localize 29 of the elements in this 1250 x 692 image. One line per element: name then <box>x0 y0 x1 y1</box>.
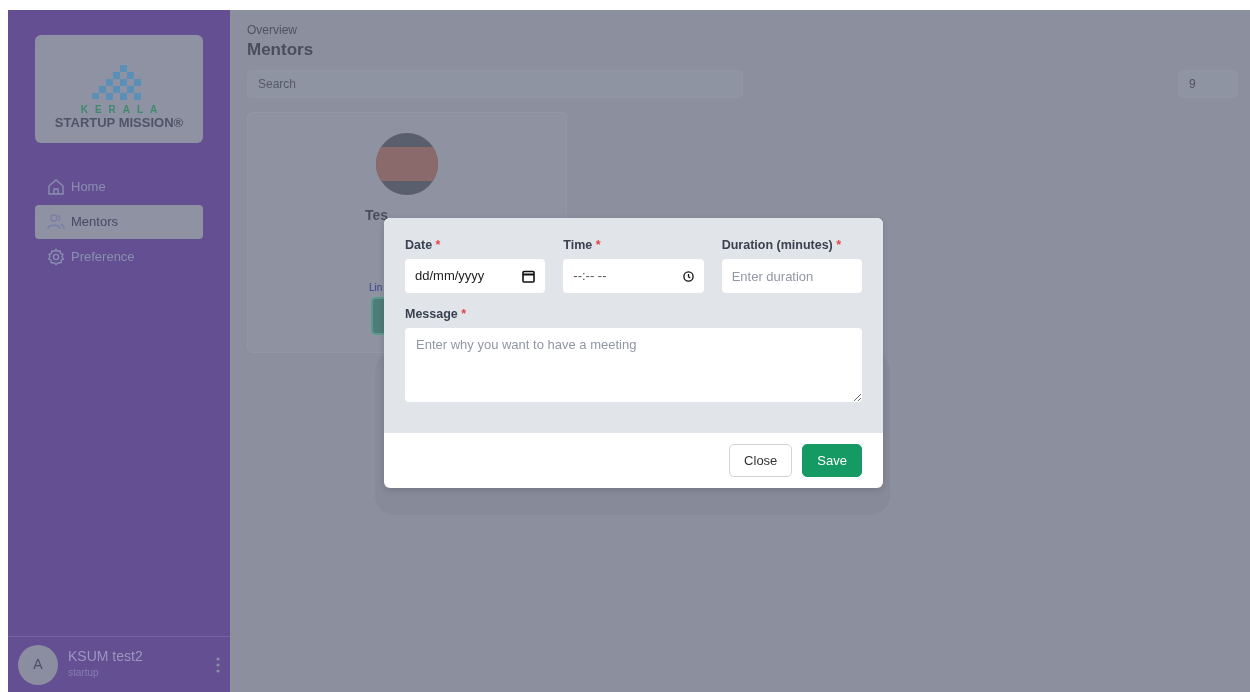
settings-icon <box>47 248 65 266</box>
home-icon <box>47 178 65 196</box>
duration-field[interactable]: Enter duration <box>721 259 862 293</box>
logo-text: STARTUP MISSION® <box>54 115 184 131</box>
mentor-name: Tes <box>364 207 390 225</box>
user-name: KSUM test2 <box>68 649 144 665</box>
user-avatar: A <box>18 644 58 685</box>
logo-text: KERALA <box>80 105 165 116</box>
card-button[interactable] <box>371 297 385 336</box>
page-title: Mentors <box>247 39 315 62</box>
nav-item[interactable]: Mentors <box>35 205 203 239</box>
nav-item[interactable]: Preference <box>35 240 203 274</box>
save-button[interactable]: Save <box>802 444 862 477</box>
field-label: Message * <box>405 307 468 322</box>
calendar-icon <box>522 269 536 283</box>
field-label: Duration (minutes) * <box>721 238 843 253</box>
time-field[interactable]: --:-- -- <box>563 259 704 293</box>
field-label: Date * <box>405 238 442 253</box>
breadcrumb: Overview <box>247 24 298 38</box>
page-size-field[interactable]: 9 <box>1178 70 1238 99</box>
date-field[interactable]: dd/mm/yyyy <box>405 259 546 293</box>
profile-link[interactable]: Lin <box>369 282 383 295</box>
search-field[interactable]: Search <box>247 70 743 99</box>
close-button[interactable]: Close <box>729 444 793 477</box>
nav-item[interactable]: Home <box>35 170 203 204</box>
kebab-menu-icon[interactable] <box>216 656 220 673</box>
message-field[interactable]: Enter why you want to have a meeting <box>405 328 862 402</box>
clock-icon <box>682 270 694 282</box>
field-label: Time * <box>563 238 602 253</box>
